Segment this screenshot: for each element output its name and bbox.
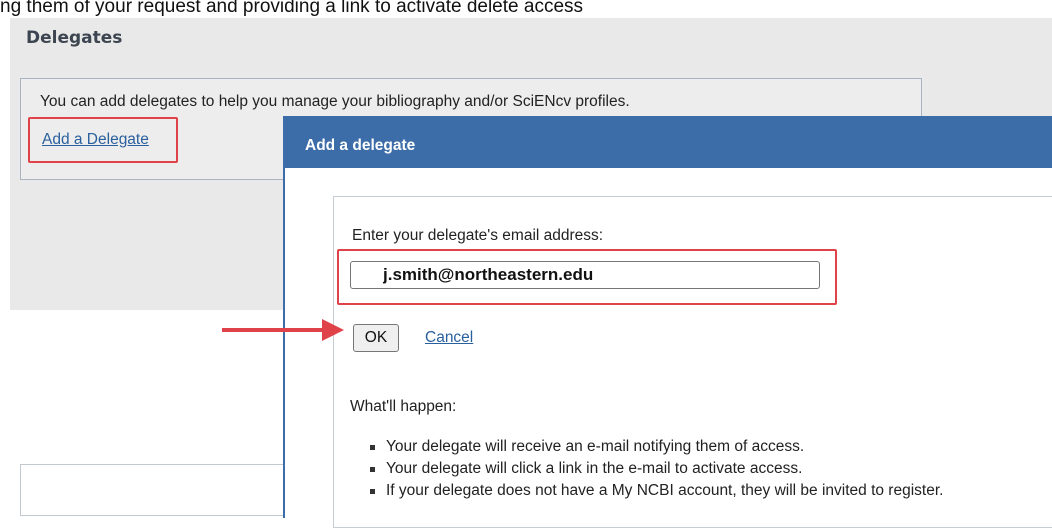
list-item: If your delegate does not have a My NCBI…	[370, 480, 943, 502]
steps-list: Your delegate will receive an e-mail not…	[370, 436, 943, 502]
lower-panel-box	[20, 464, 285, 516]
email-label: Enter your delegate's email address:	[352, 227, 604, 244]
cancel-link[interactable]: Cancel	[425, 329, 473, 347]
bullet-icon	[370, 489, 375, 494]
list-item: Your delegate will click a link in the e…	[370, 458, 943, 480]
step-text: Your delegate will receive an e-mail not…	[386, 438, 805, 455]
cropped-top-text: ng them of your request and providing a …	[0, 0, 1052, 16]
what-happens-heading: What'll happen:	[350, 398, 457, 415]
step-text: Your delegate will click a link in the e…	[386, 460, 803, 477]
dialog-header: Add a delegate	[285, 118, 1052, 168]
bullet-icon	[370, 467, 375, 472]
delegates-info-text: You can add delegates to help you manage…	[40, 93, 630, 110]
list-item: Your delegate will receive an e-mail not…	[370, 436, 943, 458]
ok-button[interactable]: OK	[353, 324, 399, 352]
email-field[interactable]	[350, 261, 820, 289]
delegates-heading: Delegates	[26, 28, 123, 48]
add-delegate-link[interactable]: Add a Delegate	[42, 131, 149, 149]
bullet-icon	[370, 445, 375, 450]
step-text: If your delegate does not have a My NCBI…	[386, 482, 944, 499]
dialog-title: Add a delegate	[305, 137, 416, 154]
add-delegate-highlight: Add a Delegate	[28, 117, 178, 163]
arrow-right-icon	[222, 319, 344, 341]
